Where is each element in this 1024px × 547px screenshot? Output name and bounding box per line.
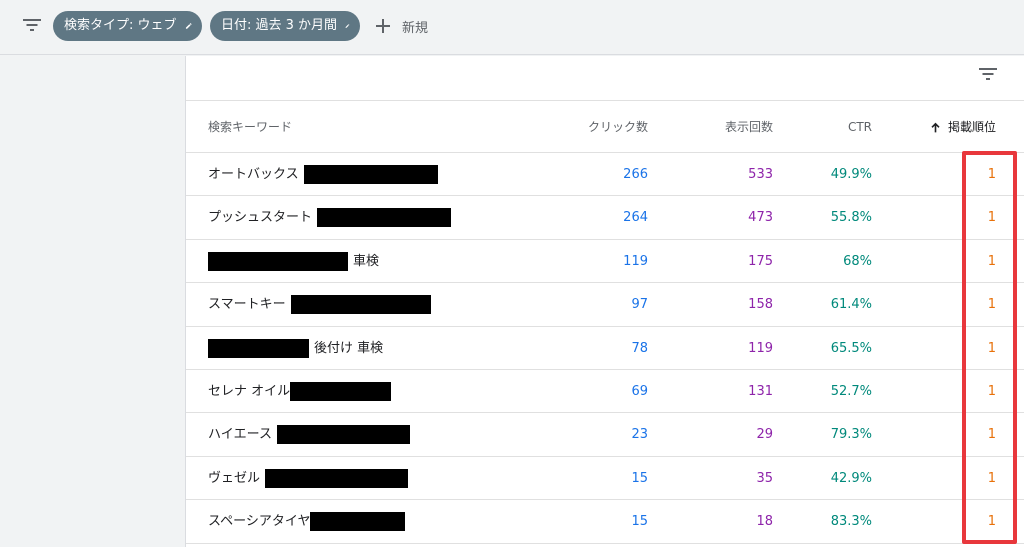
table-row[interactable]: プッシュスタート 264 473 55.8% 1 (186, 196, 1024, 240)
query-text: スペーシアタイヤ (208, 514, 311, 530)
filter-icon[interactable] (978, 66, 998, 82)
query-text: ハイエース (208, 427, 272, 443)
clicks-cell: 15 (631, 514, 648, 530)
impressions-cell: 158 (748, 297, 773, 313)
redaction-bar (208, 251, 348, 271)
query-text: セレナ オイル (208, 383, 291, 399)
query-text: オートバックス (208, 167, 299, 182)
query-text: スマートキー (208, 297, 286, 313)
column-header-ctr[interactable]: CTR (848, 101, 872, 153)
redaction-bar (290, 295, 431, 315)
column-header-clicks[interactable]: クリック数 (588, 101, 648, 153)
redaction-bar (276, 425, 410, 445)
queries-table-card: 検索キーワード クリック数 表示回数 CTR 掲載順位 オートバックス 266 … (185, 56, 1024, 547)
impressions-cell: 473 (748, 210, 773, 226)
filter-icon[interactable] (22, 17, 42, 33)
search-type-chip[interactable]: 検索タイプ: ウェブ (53, 11, 202, 41)
clicks-cell: 78 (631, 340, 648, 356)
clicks-cell: 97 (631, 297, 648, 313)
query-cell: プッシュスタート (208, 196, 452, 239)
clicks-cell: 69 (631, 383, 648, 399)
query-text: プッシュスタート (208, 210, 313, 226)
column-header-position-label: 掲載順位 (947, 120, 996, 134)
position-column-highlight (962, 151, 1017, 544)
impressions-cell: 175 (748, 253, 773, 269)
arrow-up-icon (931, 122, 940, 132)
new-filter-label: 新規 (402, 20, 429, 36)
ctr-cell: 68% (843, 253, 872, 269)
redaction-bar (265, 468, 409, 488)
redaction-bar (317, 208, 452, 228)
table-row[interactable]: ハイエース 23 29 79.3% 1 (186, 413, 1024, 457)
column-header-position[interactable]: 掲載順位 (929, 101, 996, 153)
chip-label: 日付: 過去 3 か月間 (221, 18, 338, 33)
table-row[interactable]: ヴェゼル 15 35 42.9% 1 (186, 457, 1024, 501)
clicks-cell: 264 (623, 210, 648, 226)
column-header-impressions[interactable]: 表示回数 (725, 101, 773, 153)
query-text: ヴェゼル (208, 470, 261, 486)
query-cell: オートバックス (208, 153, 438, 196)
pencil-icon[interactable] (345, 19, 350, 33)
ctr-cell: 83.3% (830, 514, 872, 530)
redaction-bar (290, 381, 392, 401)
ctr-cell: 79.3% (830, 427, 872, 443)
impressions-cell: 35 (756, 470, 773, 486)
pencil-icon[interactable] (185, 19, 192, 33)
redaction-bar (310, 512, 406, 532)
table-toolbar (186, 56, 1024, 101)
new-filter-button[interactable]: 新規 (374, 11, 428, 41)
clicks-cell: 15 (631, 470, 648, 486)
column-header-query[interactable]: 検索キーワード (208, 101, 292, 153)
table-body: オートバックス 266 533 49.9% 1 プッシュスタート 264 473… (186, 153, 1024, 544)
impressions-cell: 18 (756, 514, 773, 530)
chip-label: 検索タイプ: ウェブ (64, 18, 177, 33)
ctr-cell: 42.9% (830, 470, 872, 486)
ctr-cell: 65.5% (830, 340, 872, 356)
table-row[interactable]: 後付け 車検 78 119 65.5% 1 (186, 327, 1024, 370)
clicks-cell: 23 (631, 427, 648, 443)
ctr-cell: 49.9% (830, 167, 872, 182)
filter-bar: 検索タイプ: ウェブ 日付: 過去 3 か月間 新規 (0, 0, 1024, 55)
table-row[interactable]: セレナ オイル 69 131 52.7% 1 (186, 370, 1024, 414)
query-cell: ハイエース (208, 413, 410, 456)
clicks-cell: 119 (623, 253, 648, 269)
query-cell: スペーシアタイヤ (208, 500, 406, 543)
query-cell: スマートキー (208, 283, 431, 326)
table-row[interactable]: スマートキー 97 158 61.4% 1 (186, 283, 1024, 327)
left-pane (0, 56, 185, 547)
date-chip[interactable]: 日付: 過去 3 か月間 (210, 11, 360, 41)
ctr-cell: 61.4% (830, 297, 872, 313)
query-cell: セレナ オイル (208, 370, 392, 413)
redaction-bar (303, 165, 438, 184)
impressions-cell: 533 (748, 167, 773, 182)
table-row[interactable]: スペーシアタイヤ 15 18 83.3% 1 (186, 500, 1024, 544)
redaction-bar (208, 338, 309, 358)
impressions-cell: 131 (748, 383, 773, 399)
ctr-cell: 55.8% (830, 210, 872, 226)
table-header: 検索キーワード クリック数 表示回数 CTR 掲載順位 (186, 101, 1024, 153)
impressions-cell: 119 (748, 340, 773, 356)
plus-icon (376, 19, 390, 33)
table-row[interactable]: 車検 119 175 68% 1 (186, 240, 1024, 284)
query-text: 車検 (353, 253, 380, 269)
query-cell: ヴェゼル (208, 457, 409, 500)
clicks-cell: 266 (623, 167, 648, 182)
query-text: 後付け 車検 (314, 340, 384, 356)
impressions-cell: 29 (756, 427, 773, 443)
table-row[interactable]: オートバックス 266 533 49.9% 1 (186, 153, 1024, 197)
query-cell: 後付け 車検 (208, 327, 383, 370)
ctr-cell: 52.7% (830, 383, 872, 399)
query-cell: 車検 (208, 240, 379, 283)
